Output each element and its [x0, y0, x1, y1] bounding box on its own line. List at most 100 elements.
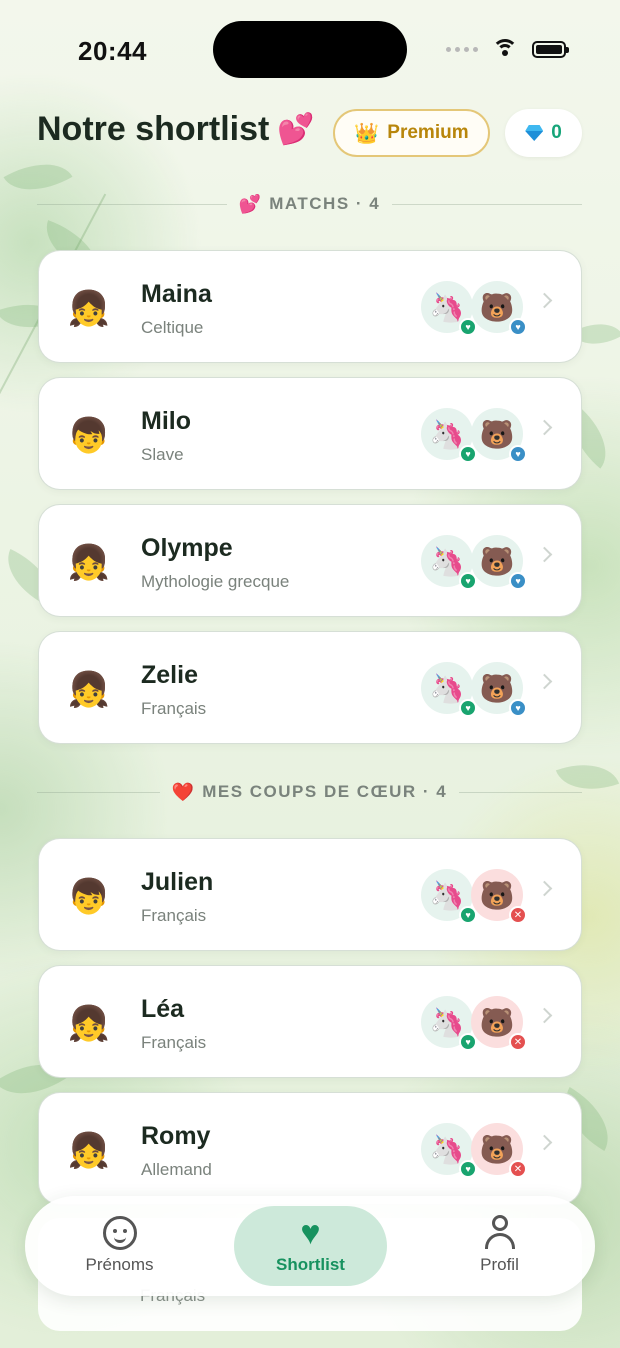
girl-avatar-icon: 👧 [67, 544, 111, 582]
bear-icon: 🐻 [479, 291, 515, 323]
tab-label: Prénoms [85, 1255, 154, 1274]
partner-a-vote: 🦄 ♥ [421, 662, 477, 717]
divider [392, 203, 582, 205]
card-name: Julien [141, 868, 214, 896]
tab-label: Shortlist [276, 1255, 345, 1274]
card-origin: Mythologie grecque [141, 572, 290, 591]
bear-icon: 🐻 [479, 672, 515, 704]
status-time: 20:44 [78, 36, 147, 66]
person-icon [482, 1215, 518, 1251]
section-label: 💕 MATCHS · 4 [239, 194, 380, 215]
card-name: Zelie [141, 661, 198, 689]
unicorn-icon: 🦄 [429, 545, 465, 577]
match-card-maina[interactable]: 👧 Maina Celtique 🦄 ♥ 🐻 ♥ [38, 250, 582, 363]
unicorn-icon: 🦄 [429, 672, 465, 704]
card-name: Maina [141, 280, 212, 308]
premium-button[interactable]: 👑 Premium [333, 109, 490, 157]
section-label: ❤️ MES COUPS DE CŒUR · 4 [172, 782, 447, 803]
card-origin: Slave [141, 445, 184, 464]
partner-a-vote: 🦄 ♥ [421, 408, 477, 463]
card-origin: Celtique [141, 318, 204, 337]
match-card-olympe[interactable]: 👧 Olympe Mythologie grecque 🦄 ♥ 🐻 ♥ [38, 504, 582, 617]
heart-badge-icon: ♥ [509, 445, 527, 463]
partner-a-vote: 🦄 ♥ [421, 996, 477, 1051]
chevron-right-icon [536, 880, 553, 897]
divider [37, 203, 227, 205]
partner-b-vote: 🐻 ♥ [471, 535, 527, 590]
girl-avatar-icon: 👧 [67, 1132, 111, 1170]
unicorn-icon: 🦄 [429, 1133, 465, 1165]
boy-avatar-icon: 👦 [67, 417, 111, 455]
partner-a-vote: 🦄 ♥ [421, 281, 477, 336]
bear-icon: 🐻 [479, 545, 515, 577]
section-header-matches: 💕 MATCHS · 4 [37, 192, 582, 216]
heart-badge-icon: ♥ [509, 699, 527, 717]
section-label-text: MATCHS · 4 [269, 194, 381, 213]
section-header-favorites: ❤️ MES COUPS DE CŒUR · 4 [37, 780, 582, 804]
card-origin: Allemand [141, 1160, 212, 1179]
boy-avatar-icon: 👦 [67, 878, 111, 916]
partner-b-vote: 🐻 ♥ [471, 662, 527, 717]
unicorn-icon: 🦄 [429, 418, 465, 450]
two-hearts-icon: 💕 [277, 113, 315, 146]
card-name: Milo [141, 407, 191, 435]
gem-icon [525, 125, 543, 141]
chevron-right-icon [536, 546, 553, 563]
bear-icon: 🐻 [479, 1006, 515, 1038]
battery-icon [532, 40, 569, 58]
unicorn-icon: 🦄 [429, 291, 465, 323]
partner-b-vote: 🐻 ♥ [471, 281, 527, 336]
girl-avatar-icon: 👧 [67, 671, 111, 709]
chevron-right-icon [536, 673, 553, 690]
status-icons [446, 39, 569, 59]
two-hearts-icon: 💕 [238, 193, 262, 214]
cross-badge-icon: ✕ [509, 1033, 527, 1051]
partner-b-vote: 🐻 ✕ [471, 869, 527, 924]
tab-bar: Prénoms ♥ Shortlist Profil [25, 1196, 595, 1296]
red-heart-icon: ❤️ [171, 781, 195, 802]
tab-profil[interactable]: Profil [423, 1206, 576, 1286]
favorite-card-romy[interactable]: 👧 Romy Allemand 🦄 ♥ 🐻 ✕ [38, 1092, 582, 1205]
match-card-zelie[interactable]: 👧 Zelie Français 🦄 ♥ 🐻 ♥ [38, 631, 582, 744]
partner-b-vote: 🐻 ✕ [471, 1123, 527, 1178]
card-name: Olympe [141, 534, 233, 562]
section-label-text: MES COUPS DE CŒUR · 4 [202, 782, 448, 801]
card-name: Romy [141, 1122, 211, 1150]
divider [37, 791, 160, 793]
cross-badge-icon: ✕ [509, 1160, 527, 1178]
divider [459, 791, 582, 793]
page-title: Notre shortlist 💕 [37, 110, 315, 149]
favorite-card-lea[interactable]: 👧 Léa Français 🦄 ♥ 🐻 ✕ [38, 965, 582, 1078]
page-title-text: Notre shortlist [37, 110, 270, 148]
unicorn-icon: 🦄 [429, 1006, 465, 1038]
tab-label: Profil [480, 1255, 519, 1274]
tab-prenoms[interactable]: Prénoms [43, 1206, 196, 1286]
gems-button[interactable]: 0 [505, 109, 582, 157]
partner-a-vote: 🦄 ♥ [421, 869, 477, 924]
chevron-right-icon [536, 1007, 553, 1024]
partner-a-vote: 🦄 ♥ [421, 1123, 477, 1178]
gems-count: 0 [551, 122, 562, 143]
card-origin: Français [141, 699, 207, 718]
match-card-milo[interactable]: 👦 Milo Slave 🦄 ♥ 🐻 ♥ [38, 377, 582, 490]
partner-a-vote: 🦄 ♥ [421, 535, 477, 590]
girl-avatar-icon: 👧 [67, 290, 111, 328]
girl-avatar-icon: 👧 [67, 1005, 111, 1043]
heart-icon: ♥ [300, 1214, 321, 1252]
chevron-right-icon [536, 292, 553, 309]
cross-badge-icon: ✕ [509, 906, 527, 924]
heart-badge-icon: ♥ [509, 318, 527, 336]
card-origin: Français [141, 1033, 207, 1052]
partner-b-vote: 🐻 ♥ [471, 408, 527, 463]
favorite-card-julien[interactable]: 👦 Julien Français 🦄 ♥ 🐻 ✕ [38, 838, 582, 951]
partner-b-vote: 🐻 ✕ [471, 996, 527, 1051]
card-origin: Français [141, 906, 207, 925]
heart-badge-icon: ♥ [509, 572, 527, 590]
crown-icon: 👑 [354, 122, 380, 145]
dynamic-island [213, 21, 407, 78]
bear-icon: 🐻 [479, 418, 515, 450]
bear-icon: 🐻 [479, 879, 515, 911]
tab-shortlist[interactable]: ♥ Shortlist [234, 1206, 387, 1286]
bear-icon: 🐻 [479, 1133, 515, 1165]
card-name: Léa [141, 995, 185, 1023]
